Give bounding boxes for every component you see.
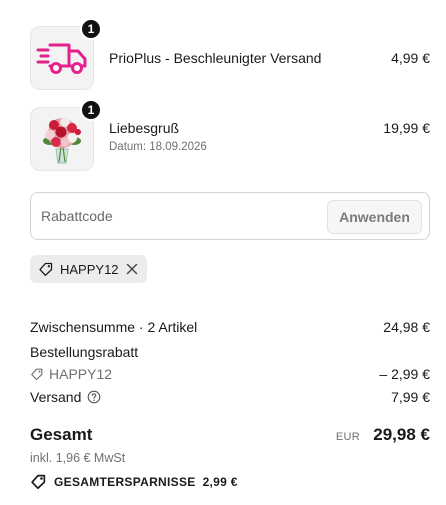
line-item-liebesgruss: 1 Liebesgruß Datum: 18.09.2026 19,99 € bbox=[30, 99, 430, 171]
order-discount-value: – 2,99 € bbox=[379, 366, 430, 382]
applied-discount-chip: HAPPY12 bbox=[30, 255, 147, 283]
order-discount-label: Bestellungsrabatt bbox=[30, 344, 139, 360]
item-title: PrioPlus - Beschleunigter Versand bbox=[109, 50, 322, 66]
item-delivery-date: Datum: 18.09.2026 bbox=[109, 141, 207, 153]
apply-discount-button[interactable]: Anwenden bbox=[327, 200, 422, 234]
discount-code-input[interactable] bbox=[31, 193, 321, 239]
help-icon[interactable] bbox=[87, 390, 101, 404]
delivery-truck-icon bbox=[36, 43, 87, 74]
quantity-badge: 1 bbox=[80, 99, 102, 121]
subtotal-value: 24,98 € bbox=[383, 319, 430, 335]
savings-value: 2,99 € bbox=[202, 474, 238, 489]
applied-discount-code: HAPPY12 bbox=[60, 261, 119, 277]
quantity-badge: 1 bbox=[80, 18, 102, 40]
order-discount-code-row: HAPPY12 – 2,99 € bbox=[30, 366, 430, 384]
item-thumbnail: 1 bbox=[30, 18, 102, 90]
currency-code: EUR bbox=[335, 431, 360, 443]
item-title: Liebesgruß bbox=[109, 120, 180, 136]
discount-code-field: Anwenden bbox=[30, 192, 430, 240]
line-item-prioplus: 1 PrioPlus - Beschleunigter Versand 4,99… bbox=[30, 18, 430, 90]
savings-label: GESAMTERSPARNISSE bbox=[54, 474, 196, 489]
tag-icon bbox=[31, 368, 43, 381]
shipping-row: Versand 7,99 € bbox=[30, 389, 430, 405]
total-savings: GESAMTERSPARNISSE 2,99 € bbox=[30, 473, 238, 490]
shipping-value: 7,99 € bbox=[391, 389, 430, 405]
order-discount-code: HAPPY12 bbox=[30, 366, 112, 382]
total-value: 29,98 € bbox=[373, 425, 430, 444]
order-discount-code-label: HAPPY12 bbox=[49, 366, 113, 382]
item-thumbnail: 1 bbox=[30, 99, 102, 171]
tag-icon bbox=[31, 474, 46, 490]
item-price: 4,99 € bbox=[391, 50, 430, 66]
total-label: Gesamt bbox=[30, 425, 93, 444]
shipping-label: Versand bbox=[30, 389, 82, 405]
tag-icon bbox=[39, 262, 53, 276]
flower-bouquet-icon bbox=[43, 117, 81, 164]
order-discount-row: Bestellungsrabatt bbox=[30, 344, 430, 360]
remove-discount-button[interactable] bbox=[125, 262, 139, 276]
tax-note: inkl. 1,96 € MwSt bbox=[30, 451, 126, 465]
subtotal-label: Zwischensumme · 2 Artikel bbox=[30, 319, 198, 335]
close-icon bbox=[126, 263, 137, 275]
subtotal-row: Zwischensumme · 2 Artikel 24,98 € bbox=[30, 319, 430, 335]
item-price: 19,99 € bbox=[383, 120, 430, 136]
